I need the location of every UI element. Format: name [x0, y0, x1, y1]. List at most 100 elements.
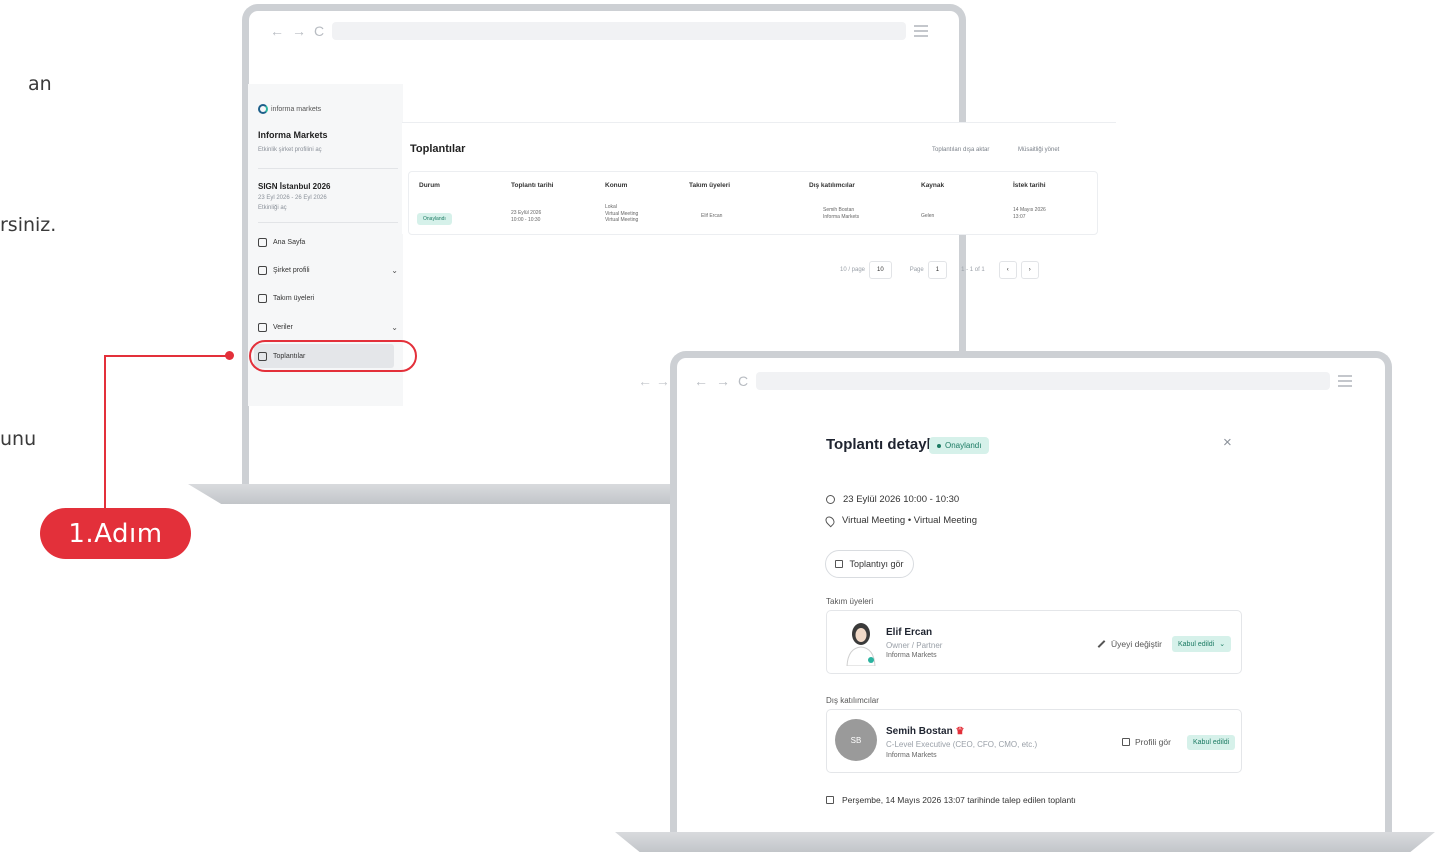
request-date: 14 Mayıs 2026 — [1013, 207, 1046, 213]
forward-arrow-icon[interactable]: → — [292, 23, 306, 39]
column-header[interactable]: Durum — [419, 182, 440, 189]
event-link[interactable]: Etkinliği aç — [258, 205, 287, 211]
close-icon[interactable]: × — [1223, 434, 1232, 451]
external-link-icon — [835, 560, 844, 568]
table-cell: Lokal Virtual Meeting Virtual Meeting — [605, 204, 638, 224]
back-arrow-icon[interactable]: ← — [694, 373, 708, 389]
per-page-select[interactable]: 10 — [869, 261, 892, 279]
org-name: Informa Markets — [258, 130, 328, 140]
column-header[interactable]: Kaynak — [921, 182, 944, 189]
avatar — [846, 623, 876, 666]
address-bar[interactable] — [756, 372, 1331, 390]
reload-icon[interactable]: C — [314, 23, 324, 39]
external-org: Informa Markets — [823, 213, 860, 220]
prev-page-button[interactable]: ‹ — [998, 261, 1017, 279]
sidebar-item-data[interactable]: Veriler ⌄ — [258, 323, 398, 332]
view-meeting-label: Toplantıyı gör — [849, 559, 904, 569]
sidebar-item-label: Takım üyeleri — [273, 295, 315, 302]
manage-availability-button[interactable]: Müsaitliği yönet — [1018, 147, 1059, 153]
acceptance-status-label: Kabul edildi — [1178, 640, 1215, 648]
reload-icon[interactable]: C — [738, 373, 748, 389]
view-profile-button[interactable]: Profili gör — [1122, 737, 1171, 747]
acceptance-status: Kabul edildi — [1187, 735, 1236, 750]
acceptance-status-dropdown[interactable]: Kabul edildi ⌄ — [1172, 636, 1232, 652]
external-name-text: Semih Bostan — [886, 726, 953, 737]
external-org: Informa Markets — [886, 752, 937, 759]
status-badge: Onaylandı — [417, 213, 452, 225]
address-bar[interactable] — [332, 22, 907, 40]
external-participants-label: Dış katılımcılar — [826, 696, 879, 705]
external-link-icon — [1122, 738, 1130, 746]
status-badge: Onaylandı — [929, 437, 990, 454]
logo-ring-icon — [258, 104, 268, 114]
crown-icon: ♛ — [955, 726, 965, 737]
meeting-datetime: 23 Eylül 2026 10:00 - 10:30 — [826, 494, 959, 505]
callout-line-horizontal — [104, 355, 228, 357]
external-name: Semih Bostan — [823, 207, 855, 213]
location-3: Virtual Meeting — [605, 217, 639, 223]
event-dates: 23 Eyl 2026 - 26 Eyl 2026 — [258, 195, 327, 201]
location-text: Virtual Meeting • Virtual Meeting — [842, 515, 977, 526]
chevron-down-icon: ⌄ — [391, 323, 398, 332]
org-link[interactable]: Etkinlik şirket profilini aç — [258, 147, 322, 153]
team-member-org: Informa Markets — [886, 652, 937, 659]
menu-icon[interactable] — [1338, 375, 1353, 387]
step-badge: 1.Adım — [40, 508, 191, 559]
location-pin-icon — [823, 514, 837, 527]
status-dot-icon — [937, 443, 941, 448]
logo-text: informa markets — [271, 105, 322, 113]
browser-2-toolbar: ← → C — [694, 372, 1353, 390]
column-header: Toplantı tarihi — [511, 182, 554, 189]
sidebar-item-label: Şirket profili — [273, 267, 310, 274]
chevron-down-icon: ⌄ — [391, 266, 398, 275]
sidebar-item-home[interactable]: Ana Sayfa — [258, 238, 398, 247]
team-member-cell: Elif Ercan — [701, 213, 723, 219]
laptop-2-base — [615, 832, 1435, 852]
page-label: Page — [909, 267, 924, 273]
informa-logo: informa markets — [258, 104, 321, 114]
column-header[interactable]: Takım üyeleri — [689, 182, 730, 189]
meeting-date: 23 Eylül 2026 — [511, 210, 542, 216]
callout-dot — [225, 351, 234, 360]
export-meetings-button[interactable]: Toplantıları dışa aktar — [932, 147, 989, 153]
data-icon — [258, 323, 267, 332]
external-role: C-Level Executive (CEO, CFO, CMO, etc.) — [886, 740, 1038, 749]
forward-arrow-icon[interactable]: → — [716, 373, 730, 389]
meetings-panel: Toplantılar Toplantıları dışa aktar Müsa… — [402, 122, 1116, 235]
sidebar-item-label: Veriler — [273, 324, 293, 331]
avatar: SB — [835, 719, 877, 761]
view-meeting-button[interactable]: Toplantıyı gör — [825, 550, 914, 578]
column-header: İstek tarihi — [1013, 182, 1046, 189]
request-note: Perşembe, 14 Mayıs 2026 13:07 tarihinde … — [826, 795, 1076, 805]
meeting-location: Virtual Meeting • Virtual Meeting — [823, 514, 977, 527]
team-member-name: Elif Ercan — [886, 627, 933, 638]
status-label: Onaylandı — [945, 441, 982, 450]
back-arrow-icon[interactable]: ← — [270, 23, 284, 39]
company-icon — [258, 266, 267, 275]
instruction-text-2: rsiniz. — [0, 214, 57, 236]
column-header: Dış katılımcılar — [809, 182, 855, 189]
datetime-text: 23 Eylül 2026 10:00 - 10:30 — [843, 494, 960, 505]
meetings-table: Durum Toplantı tarihi Konum Takım üyeler… — [408, 171, 1098, 235]
chevron-down-icon: ⌄ — [1219, 641, 1226, 648]
sidebar-item-company-profile[interactable]: Şirket profili ⌄ — [258, 266, 398, 275]
table-cell: 23 Eylül 2026 10:00 - 10:30 — [511, 210, 541, 223]
sidebar-divider — [258, 168, 398, 169]
change-member-button[interactable]: Üyeyi değiştir — [1097, 639, 1162, 649]
next-page-button[interactable]: › — [1020, 261, 1039, 279]
page-select[interactable]: 1 — [927, 261, 948, 279]
menu-icon[interactable] — [914, 25, 929, 37]
change-member-label: Üyeyi değiştir — [1111, 639, 1163, 649]
pagination: 10 / page 10 Page 1 1 - 1 of 1 ‹ › — [840, 261, 1039, 279]
clock-icon — [826, 495, 835, 504]
table-cell: 14 Mayıs 2026 13:07 — [1013, 207, 1046, 220]
external-name: Semih Bostan ♛ — [886, 726, 964, 737]
callout-line-vertical — [104, 355, 106, 511]
highlight-ring — [249, 340, 417, 372]
browser-1-toolbar: ← → C — [270, 22, 929, 40]
instruction-text-3: unu — [0, 428, 37, 450]
team-members-label: Takım üyeleri — [826, 597, 874, 606]
edit-icon — [1097, 640, 1106, 648]
request-note-text: Perşembe, 14 Mayıs 2026 13:07 tarihinde … — [842, 795, 1076, 805]
sidebar-item-team[interactable]: Takım üyeleri — [258, 294, 398, 303]
